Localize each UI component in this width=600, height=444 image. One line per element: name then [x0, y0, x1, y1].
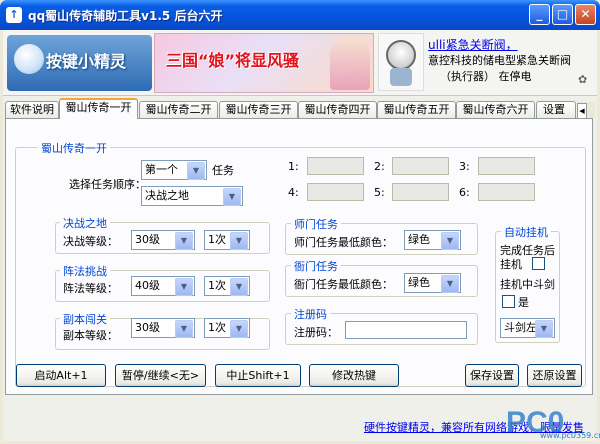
tab-software-info[interactable]: 软件说明	[5, 101, 59, 118]
juezhan-level-label: 决战等级：	[63, 235, 118, 248]
shimen-color-label: 师门任务最低颜色：	[294, 236, 393, 249]
slot-label: 5:	[374, 186, 385, 199]
start-button[interactable]: 启动Alt+1	[16, 364, 106, 387]
tab-shushan-6[interactable]: 蜀山传奇六开	[456, 101, 535, 118]
auto-label-duel: 挂机中斗剑	[500, 278, 555, 291]
pause-button[interactable]: 暂停/继续<无>	[115, 364, 206, 387]
yamen-color-value: 绿色	[408, 276, 430, 289]
chevron-down-icon[interactable]: ▼	[223, 188, 241, 206]
window-title: qq蜀山传奇辅助工具v1.5 后台六开	[28, 9, 223, 23]
app-logo-icon: ↑	[6, 7, 22, 23]
robot-head-icon	[386, 40, 416, 70]
close-button[interactable]: ✕	[575, 4, 596, 25]
task-select-value: 决战之地	[145, 189, 189, 202]
slot-field-3	[478, 157, 535, 175]
chevron-down-icon[interactable]: ▼	[175, 320, 193, 338]
order-select-value: 第一个	[145, 163, 178, 176]
order-label: 选择任务顺序：	[69, 178, 146, 191]
tab-shushan-3[interactable]: 蜀山传奇三开	[219, 101, 298, 118]
chevron-down-icon[interactable]: ▼	[230, 278, 248, 296]
chevron-down-icon[interactable]: ▼	[230, 232, 248, 250]
fuben-times-select[interactable]: 1次 ▼	[204, 318, 250, 338]
task-label: 任务	[212, 164, 234, 177]
maximize-button[interactable]: □	[552, 4, 573, 25]
shimen-color-select[interactable]: 绿色 ▼	[404, 230, 461, 250]
chevron-down-icon[interactable]: ▼	[187, 162, 205, 180]
slot-label: 3:	[459, 160, 470, 173]
auto-label-yes: 是	[518, 296, 529, 309]
register-group-title: 注册码	[291, 306, 330, 322]
juezhan-times-value: 1次	[208, 233, 226, 246]
stop-button[interactable]: 中止Shift+1	[215, 364, 301, 387]
save-button[interactable]: 保存设置	[465, 364, 519, 387]
slot-field-2	[392, 157, 449, 175]
zhenfa-group-title: 阵法挑战	[60, 263, 110, 279]
chevron-down-icon[interactable]: ▼	[441, 232, 459, 250]
register-code-input[interactable]	[345, 321, 467, 339]
logo-icon	[14, 44, 44, 74]
tab-shushan-1[interactable]: 蜀山传奇一开	[59, 98, 138, 119]
zhenfa-level-value: 40级	[135, 279, 160, 292]
slot-field-6	[478, 183, 535, 201]
auto-duel-checkbox[interactable]	[502, 295, 515, 308]
shimen-group-title: 师门任务	[291, 216, 341, 232]
robot-body-icon	[390, 68, 412, 86]
slot-label: 4:	[288, 186, 299, 199]
fuben-times-value: 1次	[208, 321, 226, 334]
fuben-level-value: 30级	[135, 321, 160, 334]
tab-scroll-left-icon[interactable]: ◀	[577, 103, 587, 119]
chevron-down-icon[interactable]: ▼	[175, 278, 193, 296]
zhenfa-times-value: 1次	[208, 279, 226, 292]
ad-text: 三国“娘”将显风骚	[166, 51, 300, 70]
juezhan-level-value: 30级	[135, 233, 160, 246]
tab-shushan-4[interactable]: 蜀山传奇四开	[298, 101, 377, 118]
zhenfa-level-label: 阵法等级：	[63, 282, 118, 295]
logo-text: 按键小精灵	[46, 52, 127, 71]
shimen-color-value: 绿色	[408, 233, 430, 246]
chevron-down-icon[interactable]: ▼	[230, 320, 248, 338]
pc0359-watermark-url: www.pc0359.cn	[540, 431, 600, 440]
ad-character-image	[330, 36, 370, 90]
paw-icon[interactable]: ✿	[578, 73, 587, 86]
chevron-down-icon[interactable]: ▼	[535, 320, 553, 338]
fuben-level-label: 副本等级：	[63, 329, 118, 342]
juezhan-level-select[interactable]: 30级 ▼	[131, 230, 195, 250]
slot-label: 6:	[459, 186, 470, 199]
yamen-color-select[interactable]: 绿色 ▼	[404, 273, 461, 293]
zhenfa-times-select[interactable]: 1次 ▼	[204, 276, 250, 296]
slot-field-5	[392, 183, 449, 201]
fuben-level-select[interactable]: 30级 ▼	[131, 318, 195, 338]
chevron-down-icon[interactable]: ▼	[175, 232, 193, 250]
juezhan-times-select[interactable]: 1次 ▼	[204, 230, 250, 250]
auto-duel-value: 斗剑左	[504, 321, 537, 334]
slot-label: 1:	[288, 160, 299, 173]
slot-label: 2:	[374, 160, 385, 173]
slot-field-1	[307, 157, 364, 175]
tab-settings[interactable]: 设置	[536, 101, 576, 118]
news-text-line: （执行器） 在停电	[440, 70, 532, 83]
register-label: 注册码：	[294, 326, 338, 339]
yamen-color-label: 衙门任务最低颜色：	[294, 278, 393, 291]
juezhan-group-title: 决战之地	[60, 215, 110, 231]
task-select[interactable]: 决战之地 ▼	[141, 186, 243, 206]
slot-field-4	[307, 183, 364, 201]
minimize-button[interactable]: _	[529, 4, 550, 25]
yamen-group-title: 衙门任务	[291, 258, 341, 274]
chevron-down-icon[interactable]: ▼	[441, 275, 459, 293]
tab-shushan-2[interactable]: 蜀山传奇二开	[139, 101, 218, 118]
tab-shushan-5[interactable]: 蜀山传奇五开	[377, 101, 456, 118]
news-link[interactable]: ulli紧急关断阀，	[428, 36, 518, 53]
zhenfa-level-select[interactable]: 40级 ▼	[131, 276, 195, 296]
order-select[interactable]: 第一个 ▼	[141, 160, 207, 180]
auto-group-title: 自动挂机	[501, 224, 551, 240]
news-text-line: 意控科技的储电型紧急关断阀	[428, 54, 571, 67]
tab-scroll[interactable]: ◀▶	[577, 102, 595, 136]
main-group-title: 蜀山传奇一开	[38, 140, 110, 156]
hotkey-button[interactable]: 修改热键	[309, 364, 399, 387]
auto-idle-checkbox[interactable]	[532, 257, 545, 270]
auto-label-idle: 挂机	[500, 258, 522, 271]
auto-duel-select[interactable]: 斗剑左 ▼	[500, 318, 555, 338]
fuben-group-title: 副本闯关	[60, 311, 110, 327]
restore-button[interactable]: 还原设置	[527, 364, 582, 387]
